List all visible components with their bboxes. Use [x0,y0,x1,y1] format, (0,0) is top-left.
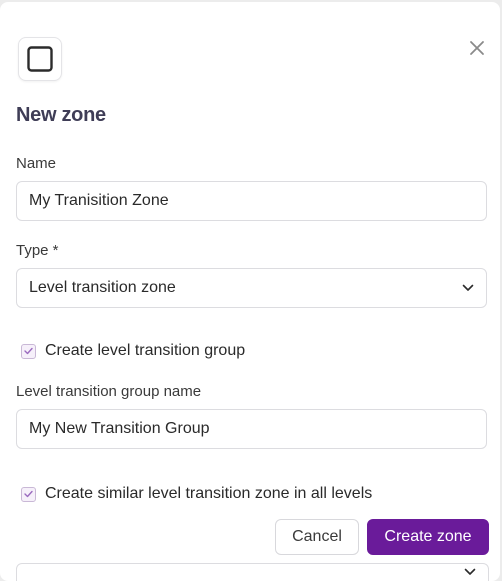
name-input[interactable]: My Tranisition Zone [16,181,487,221]
type-label: Type * [16,242,59,259]
similar-zones-checkbox-row: Create similar level transition zone in … [21,485,372,503]
cancel-button[interactable]: Cancel [275,519,359,555]
group-name-input-value: My New Transition Group [29,420,210,437]
dialog-title: New zone [16,104,106,126]
create-group-checkbox-label: Create level transition group [45,342,246,359]
group-name-label: Level transition group name [16,383,202,400]
chevron-down-icon [462,284,474,292]
new-zone-dialog: New zone Name My Tranisition Zone Type *… [0,2,500,581]
name-label: Name [16,155,57,172]
type-select[interactable]: Level transition zone [16,268,487,308]
check-icon [24,347,33,355]
create-zone-button[interactable]: Create zone [367,519,489,555]
chevron-down-icon [464,568,476,576]
close-icon[interactable] [466,37,488,59]
name-input-value: My Tranisition Zone [29,192,169,209]
create-group-checkbox-row: Create level transition group [21,342,245,360]
check-icon [24,490,33,498]
group-name-input[interactable]: My New Transition Group [16,409,487,449]
similar-zones-checkbox-label: Create similar level transition zone in … [45,485,373,502]
square-outline-icon [18,37,62,81]
type-select-value: Level transition zone [29,279,176,296]
similar-zones-checkbox[interactable] [21,486,36,502]
create-group-checkbox[interactable] [21,343,36,359]
partially-hidden-select[interactable] [16,563,489,581]
